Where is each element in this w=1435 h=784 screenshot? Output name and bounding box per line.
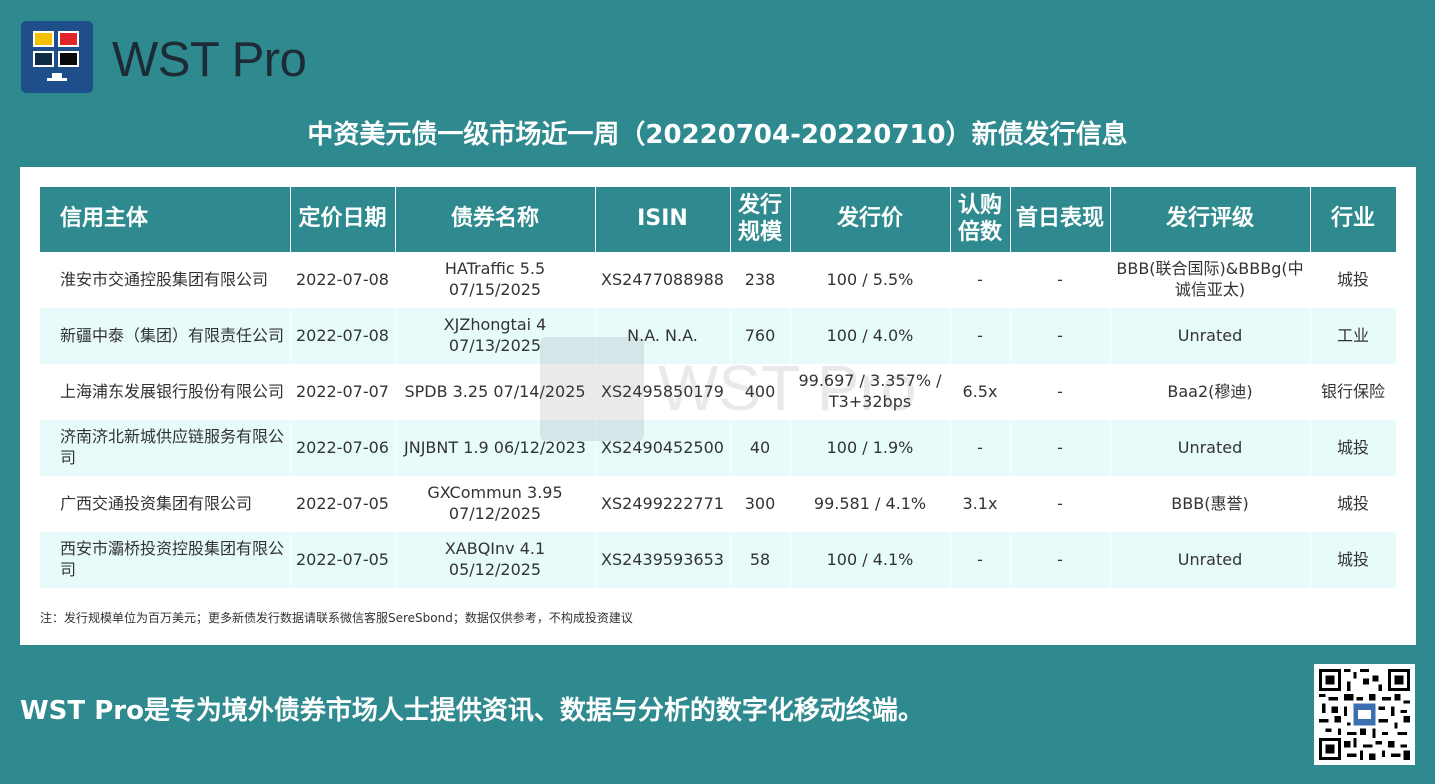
col-header-bond-name: 债券名称 <box>395 187 596 252</box>
cell-pricing-date: 2022-07-05 <box>290 532 396 588</box>
cell-size: 300 <box>730 476 791 532</box>
cell-pricing-date: 2022-07-08 <box>290 252 396 308</box>
cell-pricing-date: 2022-07-06 <box>290 420 396 476</box>
cell-first-day: - <box>1010 308 1111 364</box>
cell-bond-name: GXCommun 3.95 07/12/2025 <box>395 476 596 532</box>
table-row: 上海浦东发展银行股份有限公司 2022-07-07 SPDB 3.25 07/1… <box>40 364 1397 420</box>
table-row: 新疆中泰（集团）有限责任公司 2022-07-08 XJZhongtai 4 0… <box>40 308 1397 364</box>
cell-issuer: 淮安市交通控股集团有限公司 <box>40 252 291 308</box>
cell-first-day: - <box>1010 252 1111 308</box>
col-header-rating: 发行评级 <box>1110 187 1311 252</box>
cell-issuer: 西安市灞桥投资控股集团有限公司 <box>40 532 291 588</box>
cell-isin: XS2490452500 <box>595 420 731 476</box>
cell-first-day: - <box>1010 420 1111 476</box>
cell-subscription: - <box>950 532 1011 588</box>
bond-table-panel: 信用主体 定价日期 债券名称 ISIN 发行规模 发行价 认购倍数 首日表现 发… <box>20 167 1416 645</box>
cell-pricing-date: 2022-07-07 <box>290 364 396 420</box>
wst-logo-icon <box>21 21 93 93</box>
table-header-row: 信用主体 定价日期 债券名称 ISIN 发行规模 发行价 认购倍数 首日表现 发… <box>40 187 1397 252</box>
cell-industry: 银行保险 <box>1310 364 1397 420</box>
cell-bond-name: XABQInv 4.1 05/12/2025 <box>395 532 596 588</box>
cell-isin: XS2495850179 <box>595 364 731 420</box>
table-row: 济南济北新城供应链服务有限公司 2022-07-06 JNJBNT 1.9 06… <box>40 420 1397 476</box>
table-row: 广西交通投资集团有限公司 2022-07-05 GXCommun 3.95 07… <box>40 476 1397 532</box>
cell-industry: 城投 <box>1310 420 1397 476</box>
cell-rating: Unrated <box>1110 532 1311 588</box>
cell-first-day: - <box>1010 364 1111 420</box>
table-row: 西安市灞桥投资控股集团有限公司 2022-07-05 XABQInv 4.1 0… <box>40 532 1397 588</box>
bond-issuance-table: 信用主体 定价日期 债券名称 ISIN 发行规模 发行价 认购倍数 首日表现 发… <box>40 187 1397 588</box>
cell-price: 100 / 4.1% <box>790 532 951 588</box>
cell-rating: BBB(惠誉) <box>1110 476 1311 532</box>
qr-code-icon <box>1314 664 1415 765</box>
cell-subscription: 3.1x <box>950 476 1011 532</box>
cell-isin: XS2439593653 <box>595 532 731 588</box>
cell-subscription: - <box>950 252 1011 308</box>
page-title: 中资美元债一级市场近一周（20220704-20220710）新债发行信息 <box>307 120 1128 150</box>
cell-size: 58 <box>730 532 791 588</box>
cell-price: 99.697 / 3.357% / T3+32bps <box>790 364 951 420</box>
cell-subscription: 6.5x <box>950 364 1011 420</box>
col-header-isin: ISIN <box>595 187 731 252</box>
cell-subscription: - <box>950 420 1011 476</box>
cell-subscription: - <box>950 308 1011 364</box>
cell-first-day: - <box>1010 532 1111 588</box>
cell-size: 238 <box>730 252 791 308</box>
cell-isin: N.A. N.A. <box>595 308 731 364</box>
table-row: 淮安市交通控股集团有限公司 2022-07-08 HATraffic 5.5 0… <box>40 252 1397 308</box>
cell-industry: 城投 <box>1310 532 1397 588</box>
cell-first-day: - <box>1010 476 1111 532</box>
brand-name: WST Pro <box>112 33 307 87</box>
col-header-size: 发行规模 <box>730 187 791 252</box>
cell-pricing-date: 2022-07-05 <box>290 476 396 532</box>
cell-price: 100 / 5.5% <box>790 252 951 308</box>
cell-isin: XS2477088988 <box>595 252 731 308</box>
col-header-price: 发行价 <box>790 187 951 252</box>
cell-issuer: 新疆中泰（集团）有限责任公司 <box>40 308 291 364</box>
cell-rating: Unrated <box>1110 308 1311 364</box>
col-header-pricing-date: 定价日期 <box>290 187 396 252</box>
cell-bond-name: XJZhongtai 4 07/13/2025 <box>395 308 596 364</box>
cell-bond-name: JNJBNT 1.9 06/12/2023 <box>395 420 596 476</box>
cell-bond-name: HATraffic 5.5 07/15/2025 <box>395 252 596 308</box>
cell-size: 760 <box>730 308 791 364</box>
cell-rating: BBB(联合国际)&BBBg(中诚信亚太) <box>1110 252 1311 308</box>
cell-price: 99.581 / 4.1% <box>790 476 951 532</box>
cell-size: 400 <box>730 364 791 420</box>
cell-issuer: 济南济北新城供应链服务有限公司 <box>40 420 291 476</box>
col-header-first-day: 首日表现 <box>1010 187 1111 252</box>
tagline: WST Pro是专为境外债券市场人士提供资讯、数据与分析的数字化移动终端。 <box>20 696 924 726</box>
cell-rating: Baa2(穆迪) <box>1110 364 1311 420</box>
cell-industry: 城投 <box>1310 252 1397 308</box>
table-footnote: 注：发行规模单位为百万美元；更多新债发行数据请联系微信客服SereSbond；数… <box>40 611 633 625</box>
cell-industry: 工业 <box>1310 308 1397 364</box>
cell-pricing-date: 2022-07-08 <box>290 308 396 364</box>
cell-price: 100 / 1.9% <box>790 420 951 476</box>
cell-issuer: 广西交通投资集团有限公司 <box>40 476 291 532</box>
cell-size: 40 <box>730 420 791 476</box>
cell-rating: Unrated <box>1110 420 1311 476</box>
col-header-industry: 行业 <box>1310 187 1397 252</box>
cell-issuer: 上海浦东发展银行股份有限公司 <box>40 364 291 420</box>
col-header-subscription: 认购倍数 <box>950 187 1011 252</box>
cell-bond-name: SPDB 3.25 07/14/2025 <box>395 364 596 420</box>
col-header-issuer: 信用主体 <box>40 187 291 252</box>
cell-isin: XS2499222771 <box>595 476 731 532</box>
cell-price: 100 / 4.0% <box>790 308 951 364</box>
cell-industry: 城投 <box>1310 476 1397 532</box>
